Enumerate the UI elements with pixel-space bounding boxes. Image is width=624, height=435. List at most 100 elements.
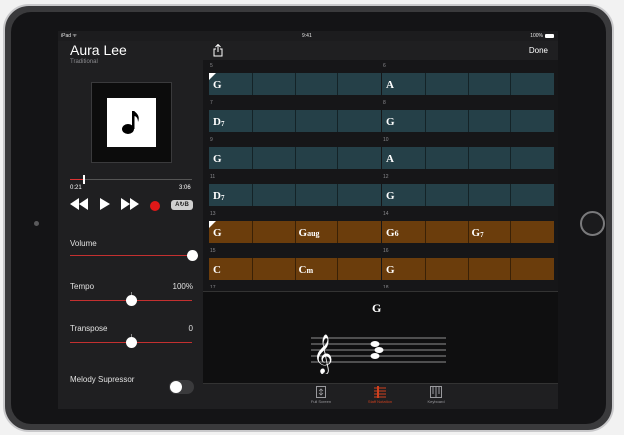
- song-title: Aura Lee: [70, 42, 127, 58]
- clock: 9:41: [302, 33, 312, 39]
- top-toolbar: Done: [203, 41, 558, 60]
- tab-full-screen[interactable]: Full Screen: [291, 386, 351, 404]
- tempo-slider[interactable]: [70, 292, 192, 306]
- elapsed-time: 0:21: [70, 185, 82, 191]
- bar-number: 10: [383, 137, 389, 143]
- chord-root: D: [213, 190, 221, 202]
- beat-divider: [251, 221, 294, 243]
- chord-symbol: G: [386, 190, 395, 202]
- chord-row: 11 D7 12 G: [209, 174, 554, 210]
- progress-handle[interactable]: [83, 175, 86, 184]
- battery-indicator: 100%: [530, 33, 554, 39]
- chord-symbol: G: [213, 153, 222, 165]
- beat-divider: [424, 184, 467, 206]
- bar-number: 6: [383, 63, 386, 69]
- bar-number: 14: [383, 211, 389, 217]
- music-note-icon: [122, 111, 139, 134]
- beat-divider: [337, 184, 379, 206]
- battery-icon: [545, 33, 554, 38]
- keyboard-icon: [430, 386, 442, 398]
- chord-bar[interactable]: 12 G: [382, 174, 554, 206]
- album-art: [91, 82, 172, 163]
- share-icon[interactable]: [213, 44, 223, 57]
- camera-icon: [34, 221, 39, 226]
- music-note-artwork: [107, 98, 156, 147]
- bar-number: 16: [383, 248, 389, 254]
- staff-notation-graphic: 𝄞: [311, 334, 446, 374]
- player-panel: Aura Lee Traditional 0:21 3:06 A↻B Volum…: [58, 41, 203, 409]
- chord-bar[interactable]: 8G: [382, 100, 554, 132]
- beat-divider: [510, 258, 552, 280]
- chord-symbol: D7: [213, 116, 224, 128]
- chord-chart: 5 G 6 A 7 D7 8 G 9 G 10 A 11 D7 12 G 13 G Gaug 14 G6 G7 15 C Cm 1…: [209, 63, 554, 288]
- chord-suffix: 7: [220, 194, 225, 202]
- tab-staff-notation[interactable]: Staff Notation: [350, 386, 410, 404]
- chord-bar[interactable]: 15 C Cm: [209, 248, 381, 280]
- record-button[interactable]: [150, 201, 160, 211]
- beat-divider: [251, 184, 294, 206]
- done-button[interactable]: Done: [529, 46, 548, 55]
- ab-repeat-button[interactable]: A↻B: [171, 200, 193, 210]
- bar-number: 13: [210, 211, 216, 217]
- bar-number: 9: [210, 137, 213, 143]
- svg-text:𝄞: 𝄞: [313, 334, 333, 374]
- song-subtitle: Traditional: [70, 59, 98, 65]
- chord-root: C: [213, 264, 221, 276]
- chord-suffix: 6: [394, 229, 399, 238]
- chord-bar[interactable]: 14 G6 G7: [382, 211, 554, 243]
- bar-number: 11: [210, 174, 216, 180]
- chord-bar[interactable]: 7 D7: [209, 100, 381, 132]
- beat-divider: [467, 110, 510, 132]
- chord-bar[interactable]: 16 G: [382, 248, 554, 280]
- chord-bar[interactable]: 9G: [209, 137, 381, 169]
- tab-label: Staff Notation: [367, 399, 393, 404]
- volume-label: Volume: [70, 239, 97, 248]
- transpose-handle[interactable]: [125, 337, 137, 348]
- chord-root: A: [386, 153, 394, 165]
- chord-symbol: Cm: [299, 264, 314, 276]
- beat-divider: [251, 73, 294, 95]
- chord-suffix: 7: [220, 120, 225, 128]
- chord-suffix: aug: [307, 229, 320, 238]
- beat-divider: [510, 73, 552, 95]
- tempo-handle[interactable]: [125, 295, 137, 306]
- beat-divider: [510, 110, 552, 132]
- fast-forward-icon[interactable]: [121, 198, 139, 210]
- melody-supressor-toggle[interactable]: [169, 380, 194, 394]
- beat-divider: [424, 221, 467, 243]
- rewind-icon[interactable]: [70, 198, 88, 210]
- chord-root: G: [213, 227, 222, 239]
- beat-divider: [510, 147, 552, 169]
- chord-row: 5G6A: [209, 63, 554, 99]
- chord-symbol: A: [386, 153, 394, 165]
- chord-suffix: m: [306, 266, 314, 275]
- beat-divider: [510, 221, 552, 243]
- tempo-label: Tempo: [70, 282, 95, 291]
- chord-panel: Done 5 G 6 A 7 D7 8 G 9 G 10 A 11 D7 12 G 13 G Gaug 14 G6 G7 1…: [203, 41, 558, 409]
- chord-symbol: G: [213, 227, 222, 239]
- beat-divider: [467, 184, 510, 206]
- bar-number: 17: [210, 285, 216, 288]
- chord-root: G: [386, 190, 395, 202]
- beat-divider: [424, 73, 467, 95]
- beat-divider: [337, 258, 379, 280]
- volume-handle[interactable]: [186, 250, 198, 261]
- play-icon[interactable]: [100, 198, 110, 210]
- volume-slider[interactable]: [70, 250, 198, 261]
- chord-bar[interactable]: 5G: [209, 63, 381, 95]
- notation-chord-name: G: [372, 301, 382, 315]
- chord-root: G: [386, 116, 395, 128]
- chord-bar[interactable]: 6A: [382, 63, 554, 95]
- home-button[interactable]: [580, 211, 605, 236]
- chord-root: G: [298, 227, 308, 239]
- bar-number: 5: [210, 63, 213, 69]
- playback-progress-slider[interactable]: [70, 175, 192, 184]
- chord-symbol: Gaug: [299, 227, 320, 239]
- beat-divider: [424, 258, 467, 280]
- chord-bar[interactable]: 13 G Gaug: [209, 211, 381, 243]
- tab-keyboard[interactable]: Keyboard: [406, 386, 466, 404]
- beat-divider: [337, 73, 379, 95]
- transpose-slider[interactable]: [70, 334, 192, 348]
- chord-bar[interactable]: 11 D7: [209, 174, 381, 206]
- chord-bar[interactable]: 10 A: [382, 137, 554, 169]
